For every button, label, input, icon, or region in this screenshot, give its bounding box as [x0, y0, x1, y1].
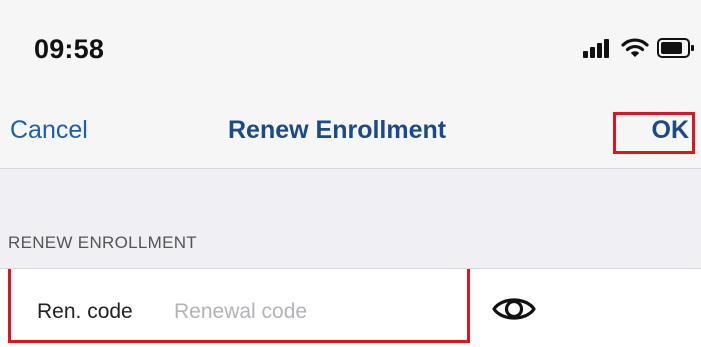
- renewal-code-label: Ren. code: [37, 300, 133, 323]
- status-time: 09:58: [34, 34, 105, 64]
- renewal-code-input[interactable]: [170, 295, 448, 329]
- section-header: RENEW ENROLLMENT: [8, 233, 197, 252]
- status-icons: [583, 36, 695, 60]
- cellular-signal-icon: [583, 38, 613, 58]
- navigation-bar: Cancel Renew Enrollment OK: [0, 96, 701, 169]
- renewal-code-row: Ren. code: [0, 269, 701, 347]
- page-title: Renew Enrollment: [228, 116, 447, 144]
- section-background: [0, 169, 701, 268]
- ok-button[interactable]: OK: [652, 116, 690, 145]
- battery-icon: [657, 37, 695, 59]
- wifi-icon: [621, 37, 649, 59]
- screen: 09:58 Cancel Renew Enrollment OK RENEW E…: [0, 0, 701, 347]
- eye-icon[interactable]: [490, 291, 538, 327]
- status-bar: 09:58: [0, 0, 701, 96]
- cancel-button[interactable]: Cancel: [10, 116, 88, 145]
